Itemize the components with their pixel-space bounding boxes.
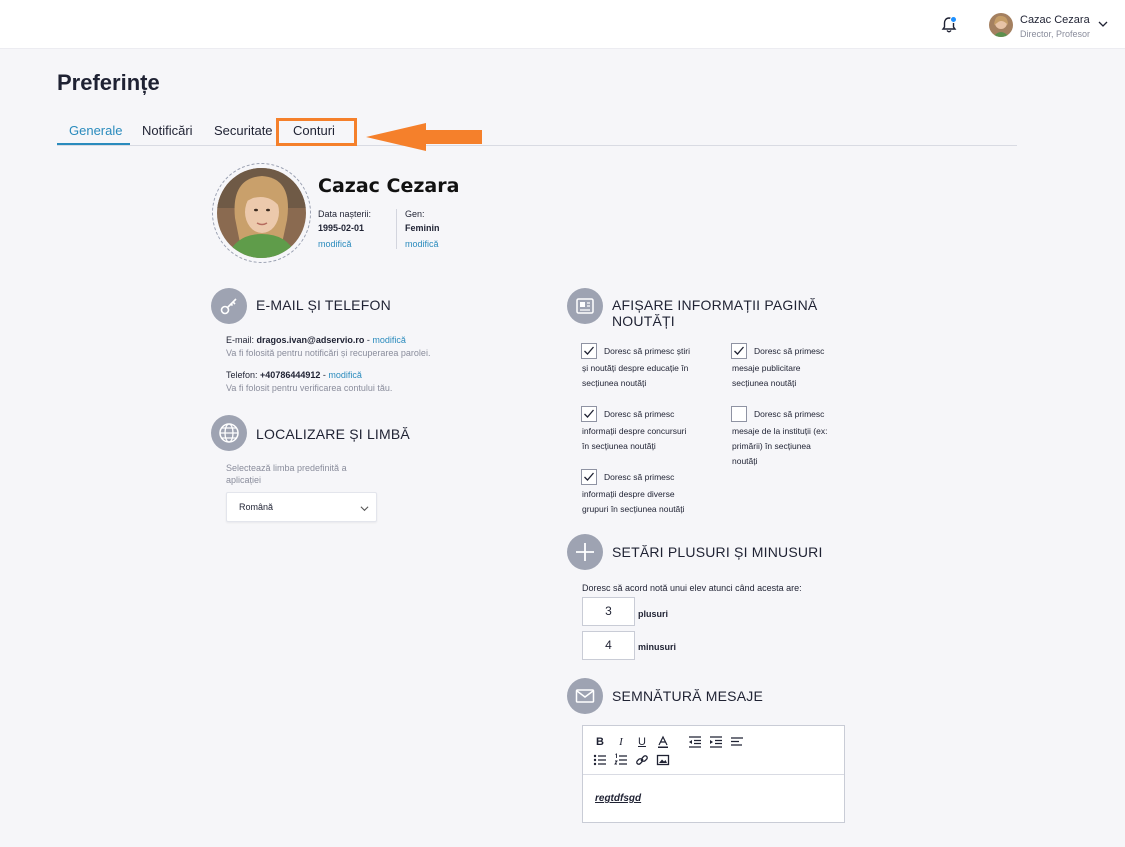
image-icon[interactable] — [656, 753, 670, 767]
news-option-checkbox[interactable] — [731, 406, 747, 422]
news-option-label: Doresc să primesc — [604, 409, 675, 419]
pointer-arrow-icon — [366, 123, 482, 151]
signature-editor[interactable]: B I U regtdfsgd — [582, 725, 845, 823]
news-option-checkbox[interactable] — [731, 343, 747, 359]
align-left-icon[interactable] — [730, 735, 744, 749]
language-hint-line2: aplicației — [226, 475, 262, 485]
newspaper-icon — [567, 288, 603, 324]
tab-generale[interactable]: Generale — [69, 123, 122, 138]
language-select[interactable]: Română — [226, 492, 377, 522]
phone-row: Telefon: +40786444912 - modifică — [226, 370, 362, 380]
user-name[interactable]: Cazac Cezara — [1020, 14, 1090, 26]
email-label: E-mail: — [226, 335, 255, 345]
tab-notificari[interactable]: Notificări — [142, 123, 193, 138]
envelope-icon — [567, 678, 603, 714]
globe-icon — [211, 415, 247, 451]
plus-section-title: SETĂRI PLUSURI ȘI MINUSURI — [612, 544, 823, 560]
news-option-label: în secțiunea noutăți — [582, 441, 656, 451]
editor-toolbar: B I U — [583, 726, 844, 775]
news-option-label: informații despre diverse — [582, 489, 675, 499]
phone-value: +40786444912 — [260, 370, 321, 380]
phone-hint: Va fi folosit pentru verificarea contulu… — [226, 383, 393, 393]
minus-count-label: minusuri — [638, 642, 677, 652]
language-hint-line1: Selectează limba predefinită a — [226, 463, 347, 473]
avatar[interactable] — [989, 13, 1013, 37]
news-option-label: informații despre concursuri — [582, 426, 687, 436]
plus-count-label: plusuri — [638, 609, 669, 619]
underline-icon[interactable]: U — [635, 735, 649, 749]
language-select-value: Română — [239, 502, 274, 512]
news-option-checkbox[interactable] — [581, 406, 597, 422]
modify-birth-date-link[interactable]: modifică — [318, 239, 352, 249]
numbered-list-icon[interactable] — [614, 753, 628, 767]
outdent-icon[interactable] — [688, 735, 702, 749]
chevron-down-icon[interactable] — [1098, 19, 1108, 29]
tab-highlight-box — [276, 118, 357, 146]
plus-icon — [567, 534, 603, 570]
news-option-label: Doresc să primesc — [754, 409, 825, 419]
page-title: Preferințe — [57, 70, 160, 95]
birth-date-value: 1995-02-01 — [318, 223, 365, 233]
italic-icon[interactable]: I — [614, 735, 628, 749]
news-option-label: mesaje de la instituții (ex: — [732, 426, 828, 436]
news-option-label: mesaje publicitare — [732, 363, 801, 373]
news-option-label: secțiunea noutăți — [732, 378, 797, 388]
gender-value: Feminin — [405, 223, 440, 233]
email-row: E-mail: dragos.ivan@adservio.ro - modifi… — [226, 335, 406, 345]
modify-gender-link[interactable]: modifică — [405, 239, 439, 249]
bold-icon[interactable]: B — [593, 735, 607, 749]
news-option-label: primării) în secțiunea — [732, 441, 811, 451]
email-section-title: E-MAIL ȘI TELEFON — [256, 297, 391, 313]
news-option-label: noutăți — [732, 456, 758, 466]
text-color-icon[interactable] — [656, 735, 670, 749]
news-section-title-line2: NOUTĂȚI — [612, 313, 675, 329]
news-option-label: și noutăți despre educație în — [582, 363, 689, 373]
tab-bar: Generale Notificări Securitate Conturi — [57, 117, 1017, 146]
chevron-down-icon — [360, 506, 369, 512]
news-option-label: Doresc să primesc — [754, 346, 825, 356]
minus-count-input[interactable]: 4 — [582, 631, 635, 660]
signature-section-title: SEMNĂTURĂ MESAJE — [612, 688, 763, 704]
locale-section-title: LOCALIZARE ȘI LIMBĂ — [256, 426, 410, 442]
news-option-label: secțiunea noutăți — [582, 378, 647, 388]
info-divider — [396, 209, 397, 249]
top-header: Cazac Cezara Director, Profesor — [0, 0, 1125, 49]
bullet-list-icon[interactable] — [593, 753, 607, 767]
link-icon[interactable] — [635, 753, 649, 767]
profile-photo[interactable] — [212, 163, 311, 263]
active-tab-indicator — [57, 143, 130, 145]
modify-phone-link[interactable]: modifică — [328, 370, 362, 380]
user-role: Director, Profesor — [1020, 29, 1091, 39]
key-icon — [211, 288, 247, 324]
plus-intro: Doresc să acord notă unui elev atunci câ… — [582, 583, 802, 593]
news-option-checkbox[interactable] — [581, 343, 597, 359]
modify-email-link[interactable]: modifică — [372, 335, 406, 345]
notification-dot — [950, 16, 957, 23]
indent-icon[interactable] — [709, 735, 723, 749]
news-option-checkbox[interactable] — [581, 469, 597, 485]
gender-label: Gen: — [405, 209, 425, 219]
plus-count-input[interactable]: 3 — [582, 597, 635, 626]
email-value: dragos.ivan@adservio.ro — [256, 335, 365, 345]
profile-name: Cazac Cezara — [318, 175, 460, 197]
email-hint: Va fi folosită pentru notificări și recu… — [226, 348, 431, 358]
news-option-label: Doresc să primesc — [604, 472, 675, 482]
news-option-label: Doresc să primesc știri — [604, 346, 690, 356]
tab-securitate[interactable]: Securitate — [214, 123, 273, 138]
phone-label: Telefon: — [226, 370, 258, 380]
signature-content[interactable]: regtdfsgd — [595, 793, 641, 804]
birth-date-label: Data nașterii: — [318, 209, 372, 219]
news-section-title: AFIȘARE INFORMAȚII PAGINĂ — [612, 297, 818, 313]
news-option-label: grupuri în secțiunea noutăți — [582, 504, 685, 514]
